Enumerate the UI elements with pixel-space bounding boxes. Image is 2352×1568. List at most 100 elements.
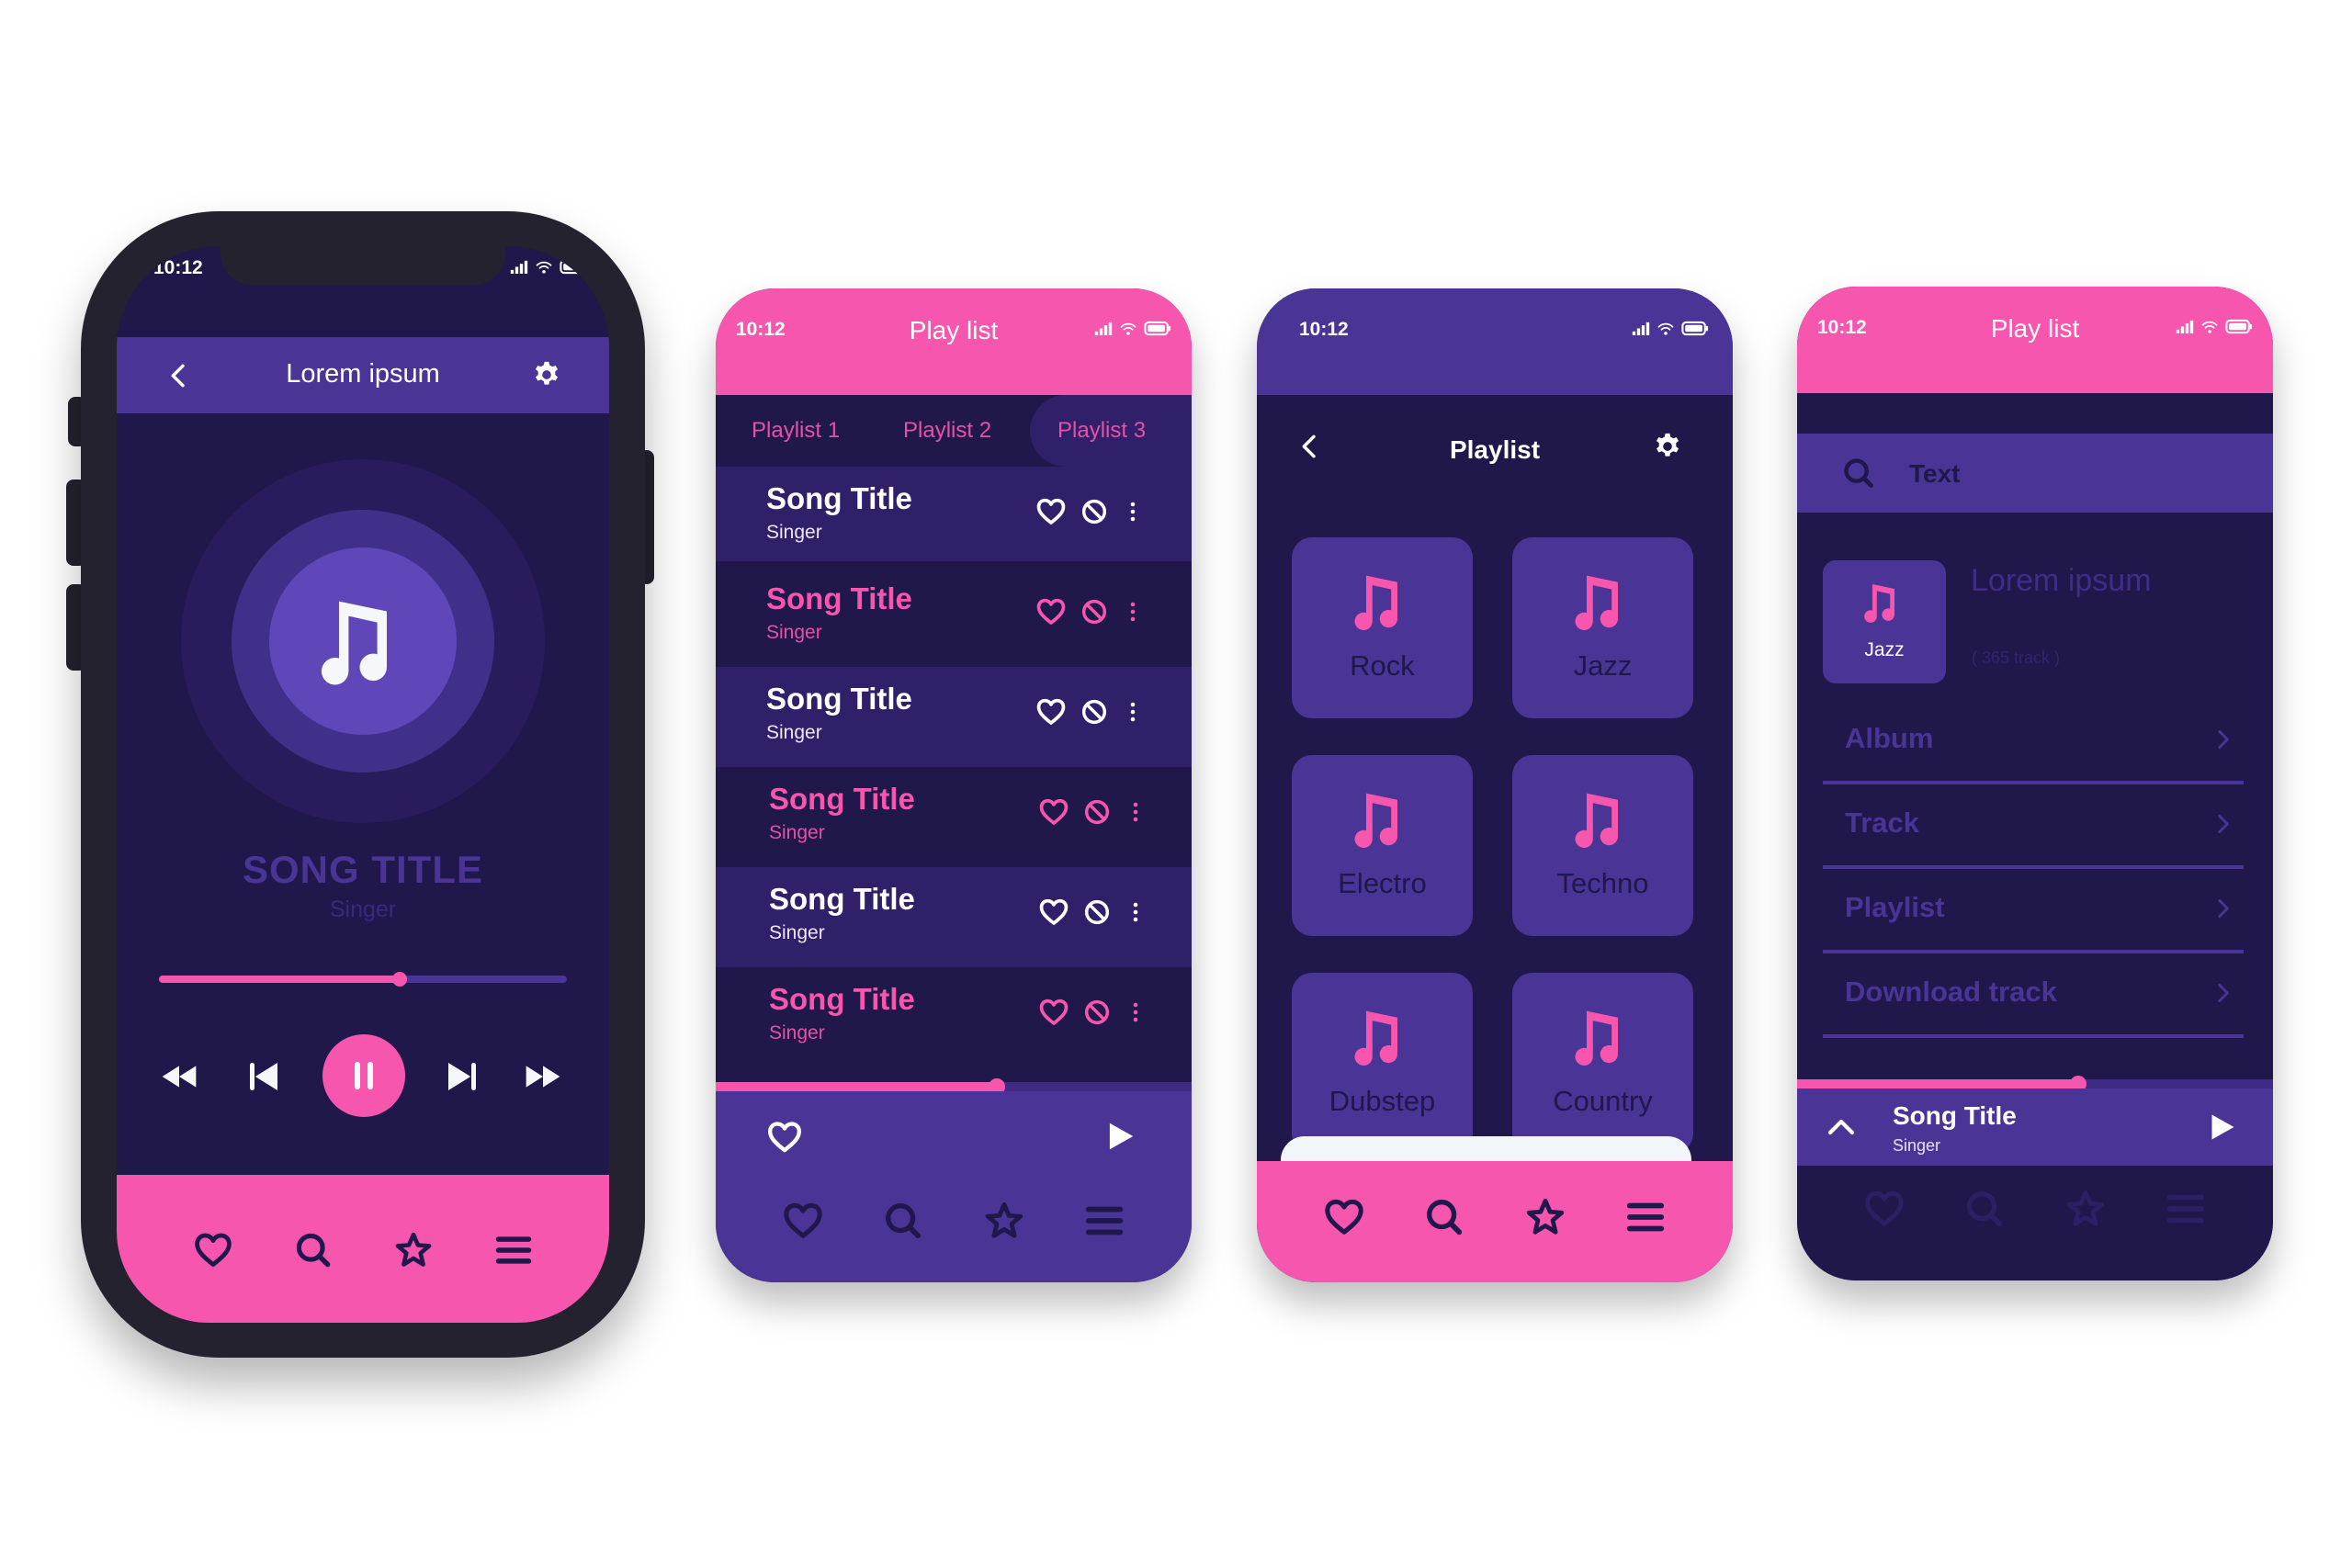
menu-icon[interactable] — [1083, 1200, 1125, 1242]
search-input[interactable]: Text — [1797, 434, 2273, 513]
battery-icon — [1681, 321, 1709, 336]
heart-icon[interactable] — [193, 1230, 233, 1270]
progress-fill — [159, 976, 400, 983]
block-icon[interactable] — [1080, 497, 1109, 526]
genre-tile[interactable]: Techno — [1512, 755, 1693, 936]
block-icon[interactable] — [1080, 597, 1109, 626]
pause-icon — [345, 1057, 382, 1094]
progress-slider[interactable] — [1797, 1076, 2273, 1092]
star-icon[interactable] — [983, 1200, 1025, 1242]
song-row[interactable]: Song Title Singer — [716, 667, 1192, 767]
genre-label: Jazz — [1573, 649, 1633, 682]
block-icon[interactable] — [1082, 897, 1112, 927]
genre-tile[interactable]: Country — [1512, 973, 1693, 1154]
block-icon[interactable] — [1080, 697, 1109, 727]
play-icon[interactable] — [1102, 1119, 1137, 1154]
heart-icon[interactable] — [766, 1119, 803, 1156]
music-note-icon — [1571, 570, 1634, 633]
bottom-nav — [1797, 1166, 2273, 1280]
block-icon[interactable] — [1082, 998, 1112, 1027]
heart-icon[interactable] — [1038, 897, 1069, 928]
more-vertical-icon[interactable] — [1122, 496, 1144, 527]
menu-item[interactable]: Track — [1823, 784, 2244, 869]
song-row[interactable]: Song Title Singer — [716, 767, 1192, 867]
search-icon[interactable] — [293, 1230, 334, 1270]
play-icon[interactable] — [2205, 1111, 2238, 1144]
chevron-right-icon — [2211, 812, 2234, 836]
more-vertical-icon[interactable] — [1122, 696, 1144, 728]
search-icon — [1841, 456, 1876, 491]
menu-item[interactable]: Download track — [1823, 953, 2244, 1038]
genre-tile[interactable]: Electro — [1292, 755, 1473, 936]
more-vertical-icon[interactable] — [1125, 897, 1147, 928]
progress-fill — [1797, 1079, 2078, 1089]
search-icon[interactable] — [882, 1200, 924, 1242]
heart-icon[interactable] — [1863, 1188, 1905, 1230]
rewind-icon[interactable] — [155, 1058, 203, 1095]
star-icon[interactable] — [1524, 1196, 1566, 1238]
singer-name: Singer — [769, 922, 825, 943]
pause-button[interactable] — [322, 1034, 405, 1117]
menu-icon[interactable] — [2165, 1188, 2207, 1230]
previous-icon[interactable] — [245, 1058, 282, 1095]
menu-item[interactable]: Playlist — [1823, 869, 2244, 953]
progress-fill — [716, 1082, 997, 1091]
heart-icon[interactable] — [1038, 796, 1069, 828]
featured-card[interactable]: Jazz — [1823, 560, 1946, 683]
star-icon[interactable] — [2064, 1188, 2107, 1230]
singer-name: Singer — [766, 622, 822, 643]
mini-player — [716, 1091, 1192, 1282]
star-icon[interactable] — [393, 1230, 434, 1270]
chevron-right-icon — [2211, 897, 2234, 920]
heart-icon[interactable] — [1035, 596, 1067, 627]
chevron-up-icon[interactable] — [1825, 1111, 1858, 1144]
song-row[interactable]: Song Title Singer — [716, 867, 1192, 967]
tab-playlist-2[interactable]: Playlist 2 — [903, 395, 991, 467]
tab-playlist-3[interactable]: Playlist 3 — [1057, 395, 1146, 467]
status-bar: 10:12 — [117, 257, 609, 294]
featured-title: Lorem ipsum — [1971, 563, 2152, 598]
menu-item[interactable]: Album — [1823, 700, 2244, 784]
genre-screen: 10:12 Playlist Rock Jazz Electro Techno Dubs… — [1257, 288, 1733, 1282]
progress-slider[interactable] — [716, 1078, 1192, 1095]
row-actions — [1035, 596, 1144, 627]
more-vertical-icon[interactable] — [1122, 596, 1144, 627]
heart-icon[interactable] — [1035, 696, 1067, 728]
header-title: Play list — [1990, 314, 2080, 343]
song-row[interactable]: Song Title Singer — [716, 467, 1192, 561]
next-icon[interactable] — [444, 1058, 481, 1095]
wifi-icon — [536, 260, 552, 275]
now-playing-bar[interactable]: Song Title Singer — [1797, 1089, 2273, 1166]
heart-icon[interactable] — [1035, 496, 1067, 527]
fast-forward-icon[interactable] — [519, 1058, 567, 1095]
song-row[interactable]: Song Title Singer — [716, 567, 1192, 667]
search-icon[interactable] — [1963, 1188, 2006, 1230]
genre-tile[interactable]: Jazz — [1512, 537, 1693, 718]
chevron-right-icon — [2211, 981, 2234, 1005]
genre-tile[interactable]: Rock — [1292, 537, 1473, 718]
tab-playlist-1[interactable]: Playlist 1 — [752, 395, 840, 467]
more-vertical-icon[interactable] — [1125, 997, 1147, 1028]
heart-icon[interactable] — [1323, 1196, 1365, 1238]
heart-icon[interactable] — [1038, 997, 1069, 1028]
more-vertical-icon[interactable] — [1125, 796, 1147, 828]
now-playing-screen: 10:12 Lorem ipsum SONG TITLE Singer — [117, 246, 609, 1323]
gear-icon[interactable] — [531, 359, 562, 390]
header-title: Play list — [909, 316, 999, 344]
genre-tile[interactable]: Dubstep — [1292, 973, 1473, 1154]
block-icon[interactable] — [1082, 797, 1112, 827]
progress-handle[interactable] — [391, 972, 407, 987]
heart-icon[interactable] — [782, 1200, 824, 1242]
playlist-tabs: Playlist 1 Playlist 2 Playlist 3 — [716, 395, 1192, 467]
menu-icon[interactable] — [1624, 1196, 1667, 1238]
search-icon[interactable] — [1423, 1196, 1465, 1238]
progress-slider[interactable] — [159, 972, 567, 987]
row-actions — [1038, 897, 1147, 928]
genre-header: 10:12 — [1257, 288, 1733, 395]
song-row[interactable]: Song Title Singer — [716, 967, 1192, 1082]
song-title: SONG TITLE — [243, 848, 483, 891]
library-header: 10:12 Play list — [1797, 287, 2273, 393]
menu-icon[interactable] — [493, 1230, 534, 1270]
gear-icon[interactable] — [1652, 431, 1683, 462]
music-note-icon — [1571, 788, 1634, 851]
